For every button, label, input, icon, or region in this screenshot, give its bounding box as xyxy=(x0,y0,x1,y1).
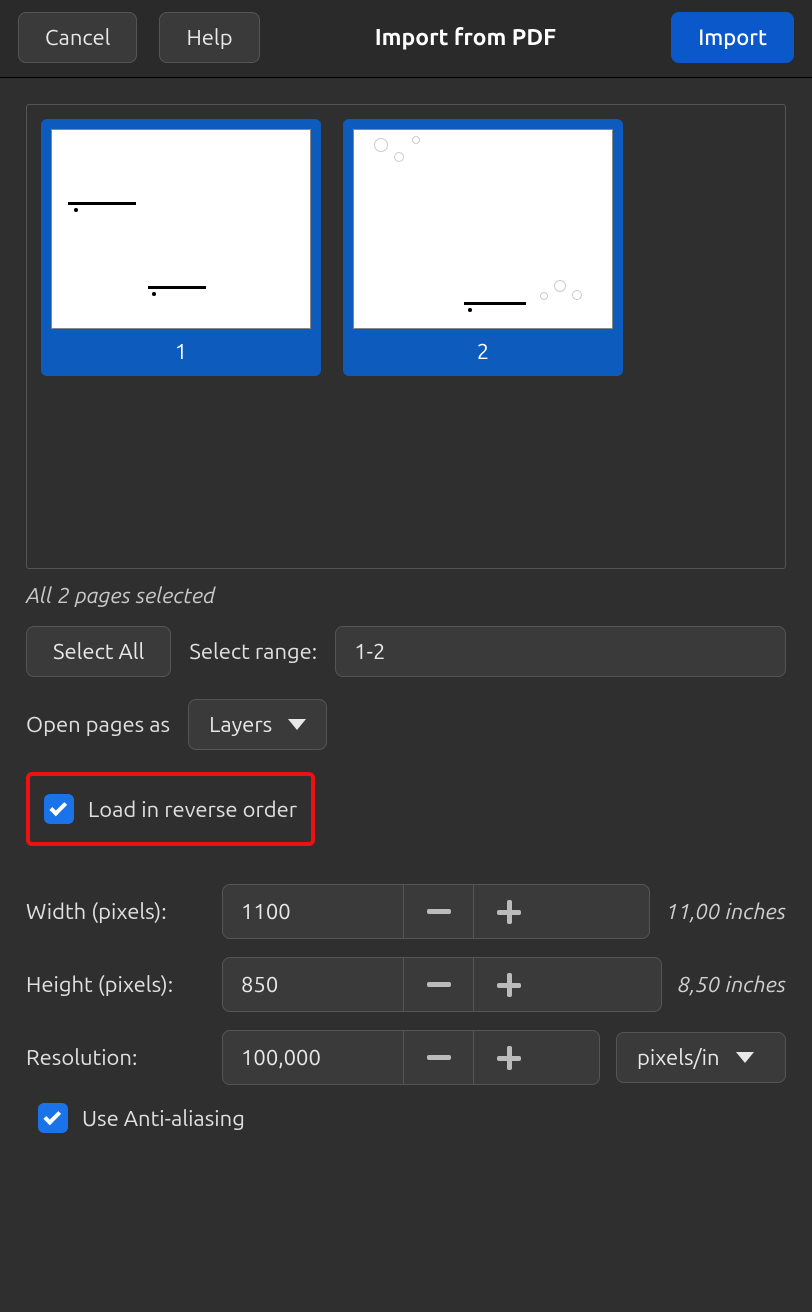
minus-icon xyxy=(427,982,451,987)
anti-aliasing-checkbox[interactable] xyxy=(38,1103,68,1133)
page-number-label: 1 xyxy=(51,339,311,364)
page-preview-1 xyxy=(51,129,311,329)
width-decrement-button[interactable] xyxy=(403,885,473,938)
page-thumbnail-1[interactable]: 1 xyxy=(41,119,321,376)
resolution-spinner[interactable] xyxy=(222,1030,600,1085)
resolution-label: Resolution: xyxy=(26,1045,206,1070)
page-number-label: 2 xyxy=(353,339,613,364)
select-range-label: Select range: xyxy=(189,639,317,664)
chevron-down-icon xyxy=(288,719,306,730)
anti-aliasing-label: Use Anti-aliasing xyxy=(82,1106,245,1131)
reverse-order-label: Load in reverse order xyxy=(88,797,297,822)
height-spinner[interactable] xyxy=(222,957,662,1012)
page-thumbnails-area[interactable]: 1 2 xyxy=(26,104,786,569)
minus-icon xyxy=(427,1055,451,1060)
cancel-button[interactable]: Cancel xyxy=(18,12,137,63)
height-decrement-button[interactable] xyxy=(403,958,473,1011)
selection-status: All 2 pages selected xyxy=(26,583,786,608)
check-icon xyxy=(43,1107,61,1125)
check-icon xyxy=(49,798,67,816)
dialog-title: Import from PDF xyxy=(375,25,556,50)
help-button[interactable]: Help xyxy=(159,12,259,63)
width-label: Width (pixels): xyxy=(26,899,206,924)
plus-icon xyxy=(497,1046,521,1070)
open-pages-as-label: Open pages as xyxy=(26,712,170,737)
height-increment-button[interactable] xyxy=(473,958,543,1011)
resolution-unit-dropdown[interactable]: pixels/in xyxy=(616,1032,786,1083)
page-preview-2 xyxy=(353,129,613,329)
minus-icon xyxy=(427,909,451,914)
width-increment-button[interactable] xyxy=(473,885,543,938)
resolution-increment-button[interactable] xyxy=(473,1031,543,1084)
import-button[interactable]: Import xyxy=(671,12,794,63)
height-inches: 8,50 inches xyxy=(678,972,786,997)
reverse-order-checkbox[interactable] xyxy=(44,794,74,824)
open-pages-as-value: Layers xyxy=(209,712,272,737)
page-thumbnail-2[interactable]: 2 xyxy=(343,119,623,376)
plus-icon xyxy=(497,973,521,997)
select-all-button[interactable]: Select All xyxy=(26,626,171,677)
reverse-order-highlight: Load in reverse order xyxy=(26,772,315,846)
plus-icon xyxy=(497,900,521,924)
chevron-down-icon xyxy=(736,1052,754,1063)
titlebar: Cancel Help Import from PDF Import xyxy=(0,0,812,78)
height-label: Height (pixels): xyxy=(26,972,206,997)
height-input[interactable] xyxy=(223,958,403,1011)
width-inches: 11,00 inches xyxy=(666,899,786,924)
open-pages-as-dropdown[interactable]: Layers xyxy=(188,699,327,750)
resolution-decrement-button[interactable] xyxy=(403,1031,473,1084)
width-input[interactable] xyxy=(223,885,403,938)
range-input[interactable] xyxy=(335,626,786,677)
width-spinner[interactable] xyxy=(222,884,650,939)
resolution-unit-value: pixels/in xyxy=(637,1045,720,1070)
resolution-input[interactable] xyxy=(223,1031,403,1084)
